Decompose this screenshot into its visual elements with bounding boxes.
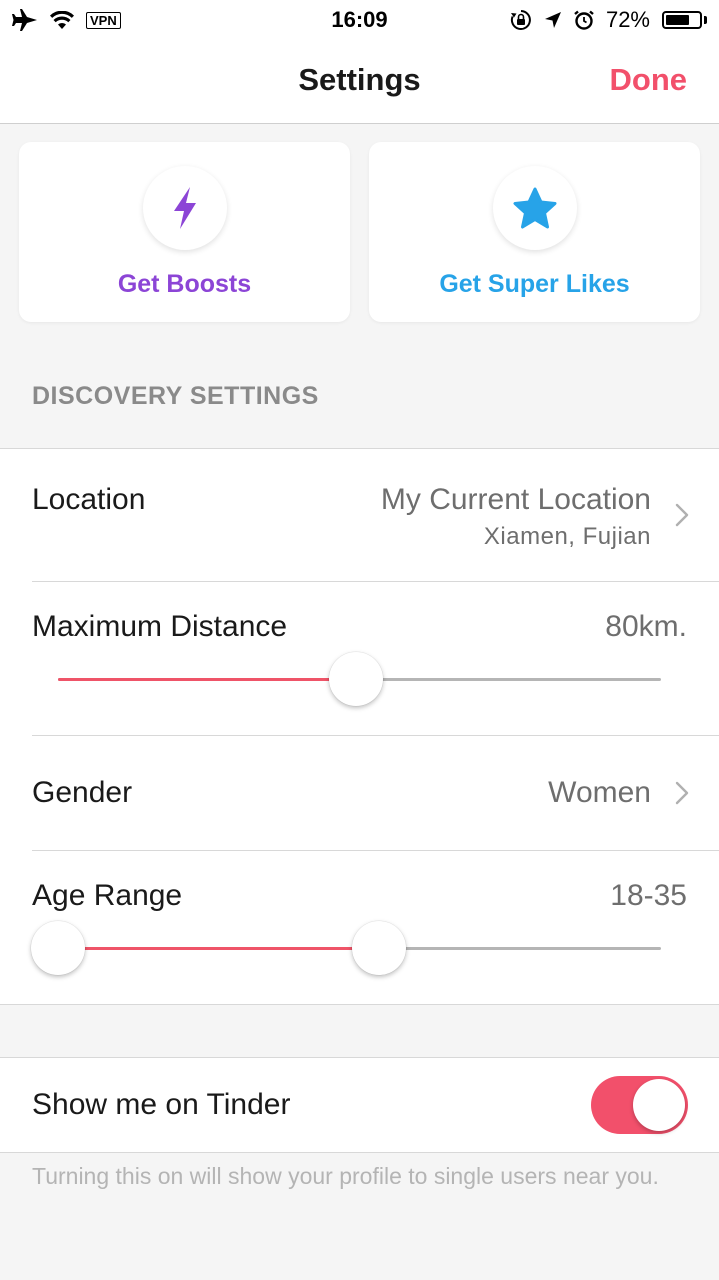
max-distance-slider-fill [58,678,357,681]
age-range-row: Age Range 18-35 [0,851,719,1006]
max-distance-value: 80km. [605,610,687,643]
discovery-settings-header: DISCOVERY SETTINGS [32,382,319,410]
status-left: VPN [12,9,121,31]
chevron-right-icon [675,781,689,805]
gender-value: Women [548,776,651,809]
show-me-label: Show me on Tinder [32,1088,291,1121]
age-range-min-thumb[interactable] [31,921,85,975]
status-right: 72% [510,7,707,33]
get-boosts-card[interactable]: Get Boosts [19,142,350,322]
max-distance-slider-thumb[interactable] [329,652,384,706]
chevron-right-icon [675,503,689,527]
age-range-label: Age Range [32,879,183,912]
done-button[interactable]: Done [610,62,688,98]
age-range-slider-fill [58,947,380,950]
toggle-knob [633,1079,685,1131]
gender-row[interactable]: Gender Women [0,736,719,851]
show-me-row: Show me on Tinder [0,1057,719,1153]
location-value: My Current Location [380,483,651,516]
location-row[interactable]: Location My Current Location Xiamen, Fuj… [0,449,719,582]
airplane-icon [12,9,37,31]
star-icon [513,187,556,229]
wifi-icon [50,11,74,29]
location-sub-value: Xiamen, Fujian [483,523,651,550]
gender-label: Gender [32,776,133,809]
age-range-max-thumb[interactable] [352,921,407,975]
get-super-likes-label: Get Super Likes [439,270,630,298]
super-like-icon-circle [492,166,577,250]
vpn-badge: VPN [86,11,121,29]
battery-icon [662,11,707,29]
alarm-icon [574,10,594,30]
location-label: Location [32,483,146,516]
orientation-lock-icon [510,10,531,30]
max-distance-row: Maximum Distance 80km. [0,582,719,736]
discovery-settings-group: Location My Current Location Xiamen, Fuj… [0,448,719,1005]
lightning-bolt-icon [173,187,196,229]
show-me-toggle[interactable] [591,1076,688,1134]
battery-percent: 72% [605,7,650,32]
navigation-bar: Settings Done [0,40,719,124]
age-range-value: 18-35 [610,879,687,912]
show-me-footnote: Turning this on will show your profile t… [32,1163,659,1189]
get-super-likes-card[interactable]: Get Super Likes [369,142,700,322]
get-boosts-label: Get Boosts [117,270,252,298]
max-distance-label: Maximum Distance [32,610,288,643]
location-arrow-icon [544,12,561,28]
promo-cards: Get Boosts Get Super Likes [19,142,700,322]
status-bar: VPN 16:09 72% [0,0,719,40]
boost-icon-circle [142,166,227,250]
